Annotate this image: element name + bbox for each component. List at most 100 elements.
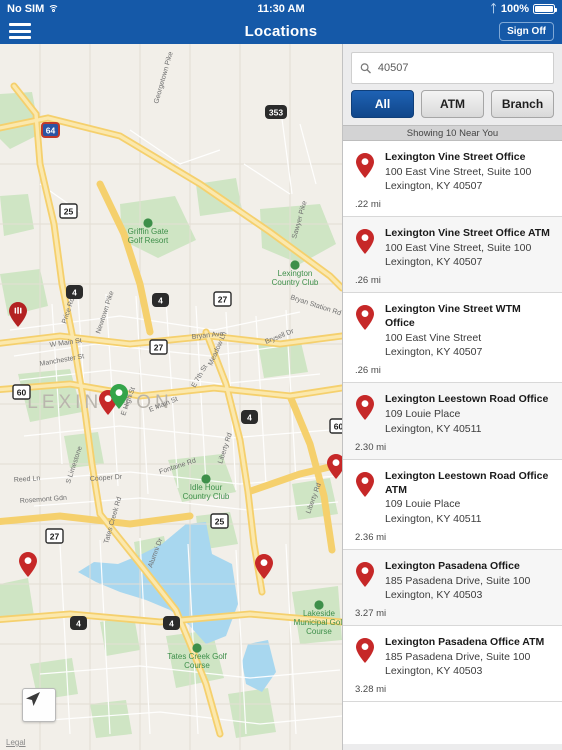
location-row-content: Lexington Leestown Road Office 109 Louie … xyxy=(353,393,552,435)
location-address-line2: Lexington, KY 40503 xyxy=(385,664,483,677)
location-distance: .22 mi xyxy=(355,199,381,211)
filter-tab-atm[interactable]: ATM xyxy=(421,90,484,118)
location-row-content: Lexington Leestown Road Office ATM 109 Lo… xyxy=(353,470,552,526)
map-route-shield: 4 xyxy=(70,616,87,630)
location-address-line1: 185 Pasadena Drive, Suite 100 xyxy=(385,574,531,587)
svg-text:25: 25 xyxy=(64,207,74,217)
map-route-shield: 60 xyxy=(12,384,31,400)
svg-text:60: 60 xyxy=(334,422,342,432)
location-row-content: Lexington Pasadena Office 185 Pasadena Dr… xyxy=(353,560,552,602)
location-address-line1: 109 Louie Place xyxy=(385,408,461,421)
location-address-line2: Lexington, KY 40507 xyxy=(385,256,483,269)
svg-text:27: 27 xyxy=(218,295,228,305)
locations-list[interactable]: Lexington Vine Street Office 100 East Vin… xyxy=(343,141,562,744)
svg-text:4: 4 xyxy=(169,619,174,629)
location-name: Lexington Leestown Road Office xyxy=(385,393,549,406)
location-name: Lexington Vine Street Office xyxy=(385,151,526,163)
location-list-item[interactable]: Lexington Vine Street Office 100 East Vin… xyxy=(343,141,562,218)
filter-tab-branch[interactable]: Branch xyxy=(491,90,554,118)
map-pin-icon xyxy=(353,151,377,178)
location-details: Lexington Vine Street Office 100 East Vin… xyxy=(385,151,552,193)
map-route-shield: 27 xyxy=(45,528,64,544)
svg-text:64: 64 xyxy=(46,126,56,136)
location-list-item[interactable]: Lexington Pasadena Office ATM 185 Pasaden… xyxy=(343,625,562,703)
location-details: Lexington Vine Street WTM Office 100 East… xyxy=(385,303,552,359)
battery-percent-label: 100% xyxy=(500,3,529,15)
location-details: Lexington Vine Street Office ATM 100 East… xyxy=(385,227,552,269)
search-input[interactable] xyxy=(377,62,545,74)
location-address-line1: 109 Louie Place xyxy=(385,498,461,511)
svg-text:25: 25 xyxy=(215,517,225,527)
map-pin-icon xyxy=(353,227,377,255)
locate-arrow-icon[interactable] xyxy=(22,688,56,722)
map-route-shield: 4 xyxy=(152,293,169,307)
location-name: Lexington Vine Street WTM Office xyxy=(385,303,521,330)
location-row-content: Lexington Vine Street Office ATM 100 East… xyxy=(353,227,552,269)
location-list-item[interactable]: Lexington Pasadena Office 185 Pasadena Dr… xyxy=(343,549,562,626)
legal-link[interactable]: Legal xyxy=(6,738,26,747)
page-title: Locations xyxy=(244,22,318,40)
location-details: Lexington Leestown Road Office 109 Louie … xyxy=(385,393,552,435)
map-route-shield: 27 xyxy=(149,339,168,355)
location-distance: .26 mi xyxy=(355,365,381,377)
map-route-shield: 4 xyxy=(66,285,83,299)
map-pin-icon xyxy=(353,470,377,497)
location-address-line1: 185 Pasadena Drive, Suite 100 xyxy=(385,650,531,663)
results-count-label: Showing 10 Near You xyxy=(343,125,562,141)
status-bar-right: ᛏ 100% xyxy=(490,3,557,15)
search-box[interactable] xyxy=(351,52,554,84)
location-row-content: Lexington Vine Street WTM Office 100 East… xyxy=(353,303,552,359)
search-icon xyxy=(360,63,371,74)
map-view[interactable]: LEXINGTON W Main StManchester StE Main S… xyxy=(0,44,342,750)
svg-text:4: 4 xyxy=(158,296,163,306)
map-route-shield: 4 xyxy=(241,410,258,424)
location-address-line2: Lexington, KY 40503 xyxy=(385,588,483,601)
location-row-content: Lexington Vine Street Office 100 East Vin… xyxy=(353,151,552,193)
svg-text:4: 4 xyxy=(247,413,252,423)
status-bar-time: 11:30 AM xyxy=(257,3,305,15)
status-bar: No SIM 11:30 AM ᛏ 100% xyxy=(0,0,562,18)
locations-screen: No SIM 11:30 AM ᛏ 100% Locations Sign Of… xyxy=(0,0,562,750)
map-pin-icon xyxy=(353,393,377,421)
svg-text:27: 27 xyxy=(50,532,60,542)
location-list-item[interactable]: Lexington Leestown Road Office 109 Louie … xyxy=(343,383,562,460)
location-details: Lexington Pasadena Office ATM 185 Pasaden… xyxy=(385,636,552,678)
location-name: Lexington Pasadena Office xyxy=(385,559,520,572)
location-address-line1: 100 East Vine Street, Suite 100 xyxy=(385,165,532,178)
map-route-shield: 4 xyxy=(163,616,180,630)
map-pin-location[interactable] xyxy=(255,554,273,579)
filter-tab-all[interactable]: All xyxy=(351,90,414,118)
svg-text:353: 353 xyxy=(269,108,283,118)
navigation-bar: Locations Sign Off xyxy=(0,18,562,44)
filter-segmented-control: All ATM Branch xyxy=(343,90,562,125)
map-pin-cluster[interactable] xyxy=(9,302,27,327)
location-distance: 3.27 mi xyxy=(355,607,387,619)
location-address-line2: Lexington, KY 40511 xyxy=(385,422,482,435)
location-list-item[interactable]: Lexington Vine Street WTM Office 100 East… xyxy=(343,293,562,384)
map-pin-icon xyxy=(353,636,377,663)
map-route-shield: 27 xyxy=(213,291,232,307)
svg-text:4: 4 xyxy=(76,619,81,629)
map-pin-icon xyxy=(353,303,377,331)
map-route-shield: 25 xyxy=(59,203,78,219)
map-route-shields: 64 353 25 27 4 4 27 60 4 60 25 27 4 4 xyxy=(12,105,342,630)
location-name: Lexington Leestown Road Office ATM xyxy=(385,469,549,496)
map-pin-location[interactable] xyxy=(19,552,37,577)
location-name: Lexington Vine Street Office ATM xyxy=(385,227,550,240)
location-address-line2: Lexington, KY 40507 xyxy=(385,180,483,193)
location-address-line1: 100 East Vine Street xyxy=(385,332,482,345)
map-route-shield: 60 xyxy=(329,418,342,434)
location-name: Lexington Pasadena Office ATM xyxy=(385,635,545,648)
location-list-item[interactable]: Lexington Leestown Road Office ATM 109 Lo… xyxy=(343,459,562,550)
svg-text:4: 4 xyxy=(72,288,77,298)
locations-panel: All ATM Branch Showing 10 Near You Lexin… xyxy=(342,44,562,750)
location-distance: 2.30 mi xyxy=(355,441,387,453)
map-route-shield: 64 xyxy=(41,122,60,138)
map-route-shield: 25 xyxy=(210,513,229,529)
map-pin-location[interactable] xyxy=(327,454,342,479)
map-pin-user-location[interactable] xyxy=(110,384,128,409)
location-distance: .26 mi xyxy=(355,275,381,287)
sign-off-button[interactable]: Sign Off xyxy=(499,21,554,41)
location-list-item[interactable]: Lexington Vine Street Office ATM 100 East… xyxy=(343,217,562,294)
location-address-line2: Lexington, KY 40507 xyxy=(385,346,483,359)
